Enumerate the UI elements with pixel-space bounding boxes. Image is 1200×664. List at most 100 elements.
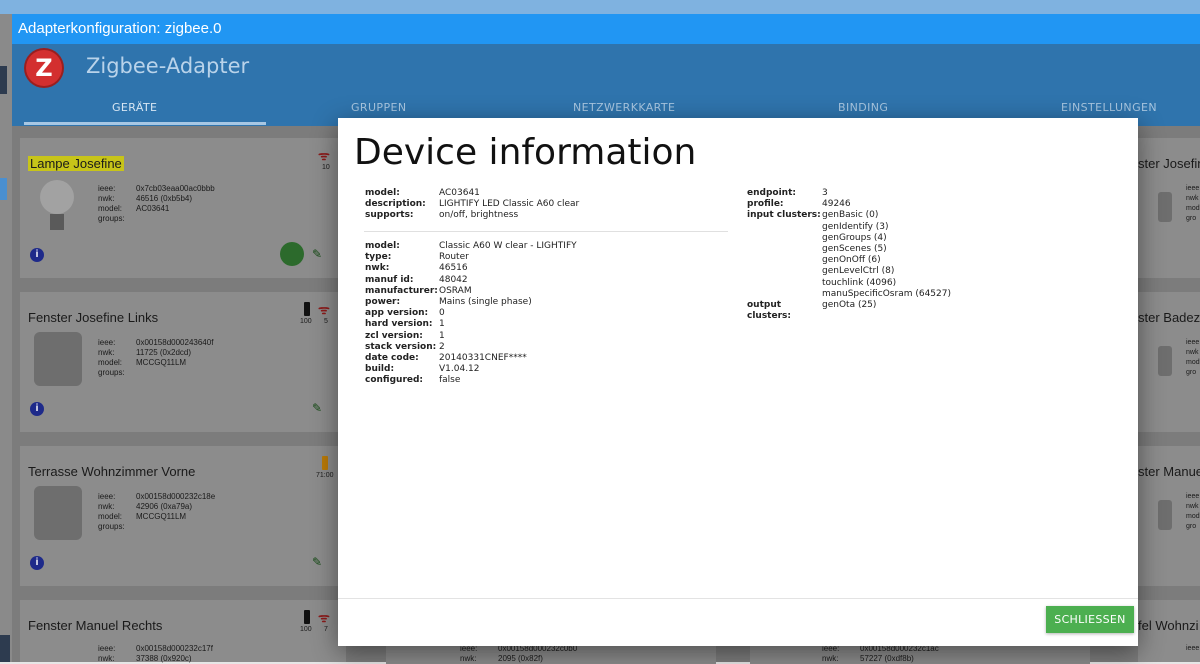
- detail-value: Router: [439, 252, 469, 263]
- link-quality: 10: [322, 164, 330, 171]
- tab-netzwerkkarte[interactable]: NETZWERKKARTE: [573, 101, 675, 114]
- device-fields: ieee: 0x7cb03eaa00ac0bbb nwk: 46516 (0xb5b…: [98, 184, 215, 224]
- tab-geraete[interactable]: GERÄTE: [112, 101, 157, 114]
- bulb-image: [40, 180, 74, 214]
- ieee-label: ieee:: [98, 338, 116, 347]
- nwk-value: 42906 (0xa79a): [136, 502, 193, 511]
- info-icon[interactable]: i: [30, 248, 44, 262]
- device-card[interactable]: ster Badezi ieee nwk mod gro: [1138, 292, 1200, 432]
- browser-top-strip: [0, 0, 1200, 14]
- dialog-titlebar: Adapterkonfiguration: zigbee.0: [12, 14, 1200, 44]
- app-header: Z Zigbee-Adapter GERÄTE GRUPPEN NETZWERK…: [12, 44, 1200, 126]
- output-clusters-list: genOta (25): [822, 300, 876, 322]
- nwk-value: 11725 (0x2dcd): [136, 348, 191, 357]
- nwk-label: nwk:: [98, 654, 115, 663]
- detail-value: false: [439, 375, 461, 386]
- detail-value: OSRAM: [439, 285, 472, 296]
- app-title: Zigbee-Adapter: [86, 54, 250, 78]
- cluster-item: genGroups (4): [822, 232, 887, 243]
- info-icon[interactable]: i: [30, 402, 44, 416]
- detail-value: 1: [439, 319, 445, 330]
- edit-icon[interactable]: ✎: [312, 248, 324, 260]
- tab-indicator: [24, 122, 266, 125]
- battery-level: 100: [300, 318, 312, 325]
- model-value: AC03641: [136, 204, 170, 213]
- nwk-label: nwk:: [98, 194, 115, 203]
- signal-icon: ᯤ: [318, 610, 330, 625]
- nwk-label: nwk:: [822, 654, 839, 663]
- groups-label: groups:: [98, 522, 125, 531]
- detail-value: 20140331CNEF****: [439, 353, 527, 364]
- detail-value: 0: [439, 308, 445, 319]
- dialog-footer-divider: [338, 598, 1138, 599]
- device-card[interactable]: ster Manue ieee nwk mod gro: [1138, 446, 1200, 586]
- detail-key: manuf id:: [365, 274, 414, 285]
- detail-key: app version:: [365, 308, 429, 319]
- detail-key: zcl version:: [365, 330, 423, 341]
- edge-marker: [0, 178, 7, 200]
- detail-value: Mains (single phase): [439, 297, 532, 308]
- device-card[interactable]: ster Josefin ieee nwk mod gro: [1138, 138, 1200, 278]
- nwk-label: nwk:: [460, 654, 477, 663]
- device-title: ster Manue: [1138, 464, 1200, 479]
- nwk-value: 46516 (0xb5b4): [136, 194, 193, 203]
- edge-marker: [0, 66, 7, 94]
- detail-key: power:: [365, 297, 401, 308]
- device-title: Lampe Josefine: [28, 156, 124, 171]
- brightness-toggle-button[interactable]: [280, 242, 304, 266]
- close-button[interactable]: SCHLIESSEN: [1046, 606, 1134, 633]
- detail-value: 46516: [439, 263, 468, 274]
- detail-key: type:: [365, 252, 392, 263]
- ieee-label: ieee:: [98, 184, 116, 193]
- edge-marker: [0, 635, 10, 662]
- tab-gruppen[interactable]: GRUPPEN: [351, 101, 406, 114]
- detail-value: Classic A60 W clear - LIGHTIFY: [439, 241, 577, 251]
- device-fields: ieee: 0x00158d000232c0b0 nwk: 2095 (0x82f): [460, 644, 577, 664]
- bulb-base: [50, 214, 64, 230]
- summary-value: on/off, brightness: [439, 210, 519, 221]
- device-info-dialog: Device information model: AC03641 descrip…: [338, 118, 1138, 646]
- cluster-item: genIdentify (3): [822, 221, 889, 232]
- device-card[interactable]: Terrasse Wohnzimmer Vorne ieee: 0x00158d0…: [20, 446, 346, 586]
- edit-icon[interactable]: ✎: [312, 556, 324, 568]
- summary-value: LIGHTIFY LED Classic A60 clear: [439, 199, 580, 210]
- device-fields: ieee: 0x00158d000232c1ac nwk: 57227 (0xdf8…: [822, 644, 939, 664]
- endpoint-key: endpoint:: [747, 188, 796, 198]
- summary-key: description:: [365, 199, 426, 210]
- ieee-value: 0x00158d000232c17f: [136, 644, 213, 653]
- device-summary: model: AC03641 description: LIGHTIFY LED C…: [365, 188, 579, 222]
- summary-value: AC03641: [439, 188, 480, 198]
- device-card[interactable]: Fenster Josefine Links ieee: 0x00158d0002…: [20, 292, 346, 432]
- device-card[interactable]: Fenster Manuel Rechts 100 ᯤ 7 ieee: 0x001…: [20, 600, 346, 664]
- tab-einstellungen[interactable]: EINSTELLUNGEN: [1061, 101, 1157, 114]
- device-fields: ieee: 0x00158d000232c18e nwk: 42906 (0xa79…: [98, 492, 215, 532]
- detail-key: stack version:: [365, 341, 437, 352]
- profile-value: 49246: [822, 199, 851, 210]
- detail-value: 48042: [439, 274, 468, 285]
- info-icon[interactable]: i: [30, 556, 44, 570]
- detail-value: V1.04.12: [439, 364, 480, 375]
- device-fields: ieee nwk mod gro: [1186, 185, 1200, 222]
- cluster-item: genBasic (0): [822, 210, 879, 221]
- device-card[interactable]: Lampe Josefine ieee: 0x7cb03eaa00ac0bbb n…: [20, 138, 346, 278]
- output-clusters-key: output clusters:: [747, 300, 791, 322]
- cluster-item: touchlink (4096): [822, 277, 897, 288]
- detail-key: build:: [365, 364, 395, 375]
- device-card[interactable]: fel Wohnzi ieee: [1138, 600, 1200, 662]
- battery-icon: [322, 456, 328, 470]
- tab-binding[interactable]: BINDING: [838, 101, 888, 114]
- model-value: MCCGQ11LM: [136, 358, 187, 367]
- nwk-label: nwk:: [98, 502, 115, 511]
- ieee-value: 0x00158d000243640f: [136, 338, 214, 347]
- endpoint-value: 3: [822, 188, 828, 198]
- edit-icon[interactable]: ✎: [312, 402, 324, 414]
- detail-key: model:: [365, 241, 400, 251]
- section-divider: [364, 231, 728, 232]
- device-title: Fenster Josefine Links: [28, 310, 159, 325]
- ieee-value: 0x00158d000232c18e: [136, 492, 216, 501]
- detail-key: hard version:: [365, 319, 433, 330]
- sensor-image: [1158, 500, 1172, 530]
- groups-label: groups:: [98, 368, 125, 377]
- device-details: model: Classic A60 W clear - LIGHTIFY typ…: [365, 241, 577, 387]
- device-fields: ieee: 0x00158d000232c17f nwk: 37388 (0x920…: [98, 644, 213, 664]
